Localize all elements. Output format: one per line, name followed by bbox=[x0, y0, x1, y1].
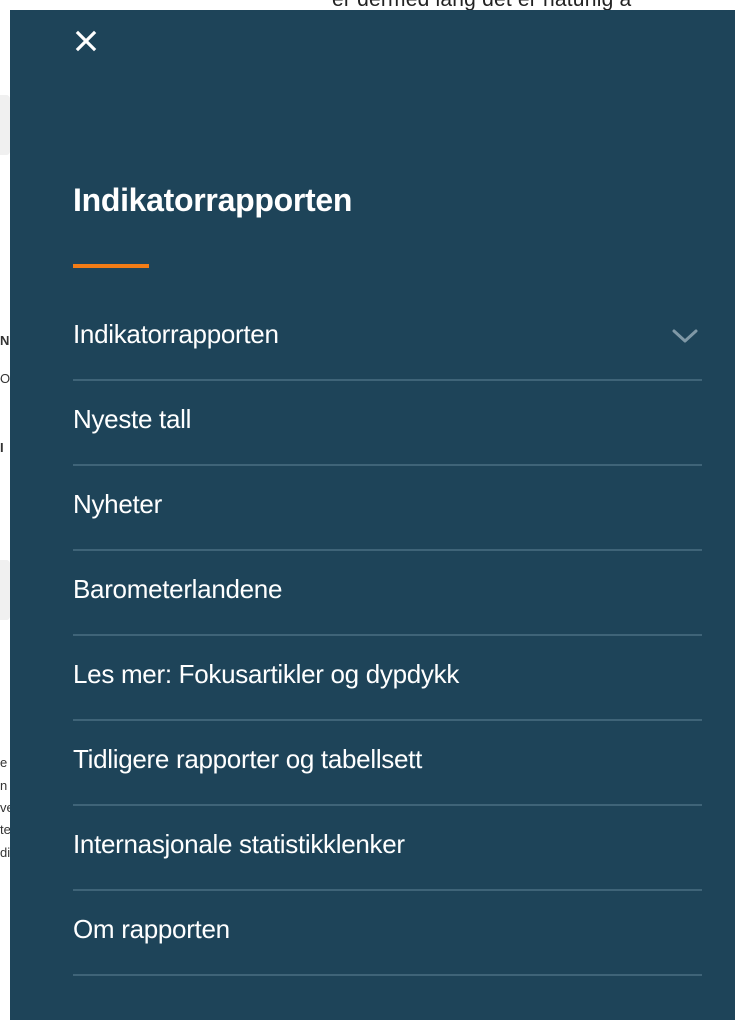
menu-item-label: Nyeste tall bbox=[73, 404, 192, 434]
menu-item-label: Barometerlandene bbox=[73, 574, 283, 604]
background-text-fragment: n bbox=[0, 778, 8, 793]
background-text-fragment: te bbox=[0, 822, 10, 837]
chevron-down-icon[interactable] bbox=[670, 326, 700, 346]
menu-item-label: Indikatorrapporten bbox=[73, 319, 279, 349]
menu-item-barometerlandene[interactable]: Barometerlandene bbox=[73, 551, 702, 636]
menu-item-label: Om rapporten bbox=[73, 914, 230, 944]
close-menu-button[interactable] bbox=[68, 23, 104, 59]
menu-item-label: Tidligere rapporter og tabellsett bbox=[73, 744, 422, 774]
menu-item-internasjonale-statistikklenker[interactable]: Internasjonale statistikklenker bbox=[73, 806, 702, 891]
close-icon bbox=[75, 30, 97, 52]
menu-item-label: Les mer: Fokusartikler og dypdykk bbox=[73, 659, 460, 689]
menu-item-indikatorrapporten[interactable]: Indikatorrapporten bbox=[73, 296, 702, 381]
menu-item-les-mer[interactable]: Les mer: Fokusartikler og dypdykk bbox=[73, 636, 702, 721]
title-accent-bar bbox=[73, 264, 149, 268]
background-text-fragment: I bbox=[0, 440, 4, 455]
menu-list: Indikatorrapporten Nyeste tall Nyheter B… bbox=[73, 296, 702, 976]
background-text-fragment: O bbox=[0, 371, 10, 386]
menu-title: Indikatorrapporten bbox=[73, 182, 353, 218]
menu-item-label: Internasjonale statistikklenker bbox=[73, 829, 405, 859]
menu-item-tidligere-rapporter[interactable]: Tidligere rapporter og tabellsett bbox=[73, 721, 702, 806]
menu-item-om-rapporten[interactable]: Om rapporten bbox=[73, 891, 702, 976]
background-text-fragment: ve bbox=[0, 800, 10, 815]
menu-item-nyheter[interactable]: Nyheter bbox=[73, 466, 702, 551]
background-text-fragment: di bbox=[0, 845, 10, 860]
menu-item-nyeste-tall[interactable]: Nyeste tall bbox=[73, 381, 702, 466]
background-text-fragment: e bbox=[0, 755, 8, 770]
menu-item-label: Nyheter bbox=[73, 489, 162, 519]
background-text-fragment: N bbox=[0, 333, 10, 348]
navigation-menu-panel: Indikatorrapporten Indikatorrapporten Ny… bbox=[10, 10, 735, 1020]
